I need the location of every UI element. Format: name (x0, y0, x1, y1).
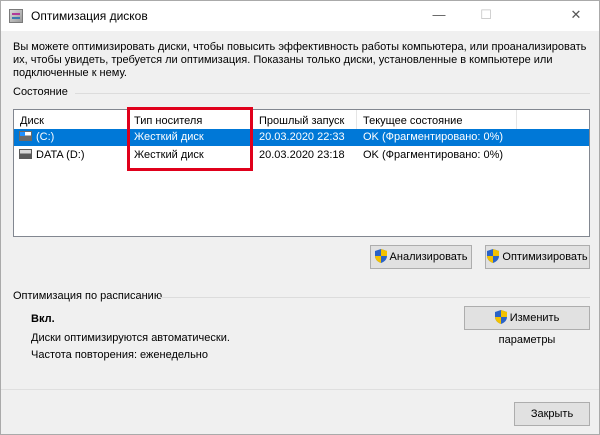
footer-bar (1, 389, 599, 434)
drives-list[interactable]: Диск Тип носителя Прошлый запуск Текущее… (13, 109, 590, 237)
intro-text: Вы можете оптимизировать диски, чтобы по… (13, 41, 593, 80)
schedule-state: Вкл. (31, 313, 55, 325)
drive-name-cell: DATA (D:) (19, 147, 84, 164)
drive-row-c[interactable]: (C:) Жесткий диск 20.03.2020 22:33 OK (Ф… (14, 129, 589, 146)
change-settings-label: Изменить параметры (498, 312, 560, 346)
hard-drive-icon (19, 149, 32, 160)
intro-line-3: подключенные к нему. (13, 67, 127, 79)
last-run-cell: 20.03.2020 23:18 (259, 149, 345, 161)
status-group-label: Состояние (13, 86, 68, 98)
schedule-group-divider (159, 297, 590, 298)
intro-line-1: Вы можете оптимизировать диски, чтобы по… (13, 41, 587, 53)
close-window-button[interactable]: ✕ (553, 1, 599, 31)
optimize-drives-window: Оптимизация дисков — ☐ ✕ Вы можете оптим… (0, 0, 600, 435)
current-state-cell: OK (Фрагментировано: 0%) (363, 131, 504, 143)
drive-name-cell: (C:) (19, 129, 54, 146)
schedule-group-label: Оптимизация по расписанию (13, 290, 163, 302)
analyze-button[interactable]: Анализировать (370, 245, 472, 269)
uac-shield-icon (494, 310, 507, 325)
uac-shield-icon (374, 249, 387, 264)
window-title: Оптимизация дисков (31, 9, 148, 23)
media-type-highlight (127, 107, 253, 171)
drive-name: DATA (D:) (36, 149, 85, 161)
title-bar[interactable]: Оптимизация дисков — ☐ ✕ (1, 1, 599, 31)
status-group-divider (75, 93, 590, 94)
analyze-label: Анализировать (389, 251, 468, 263)
maximize-button[interactable]: ☐ (463, 1, 509, 31)
drive-row-d[interactable]: DATA (D:) Жесткий диск 20.03.2020 23:18 … (14, 147, 589, 164)
minimize-button[interactable]: — (416, 1, 462, 31)
uac-shield-icon (487, 249, 500, 264)
close-button[interactable]: Закрыть (514, 402, 590, 426)
last-run-cell: 20.03.2020 22:33 (259, 131, 345, 143)
change-settings-button[interactable]: Изменить параметры (464, 306, 590, 346)
drive-name: (C:) (36, 131, 55, 143)
schedule-description: Диски оптимизируются автоматически. (31, 332, 230, 344)
schedule-frequency: Частота повторения: еженедельно (31, 349, 208, 361)
optimize-label: Оптимизировать (502, 251, 588, 263)
optimize-button[interactable]: Оптимизировать (485, 245, 590, 269)
defrag-app-icon (9, 9, 23, 23)
current-state-cell: OK (Фрагментировано: 0%) (363, 149, 504, 161)
system-drive-icon (19, 131, 32, 142)
intro-line-2: их, чтобы увидеть, требуется ли оптимиза… (13, 54, 553, 66)
